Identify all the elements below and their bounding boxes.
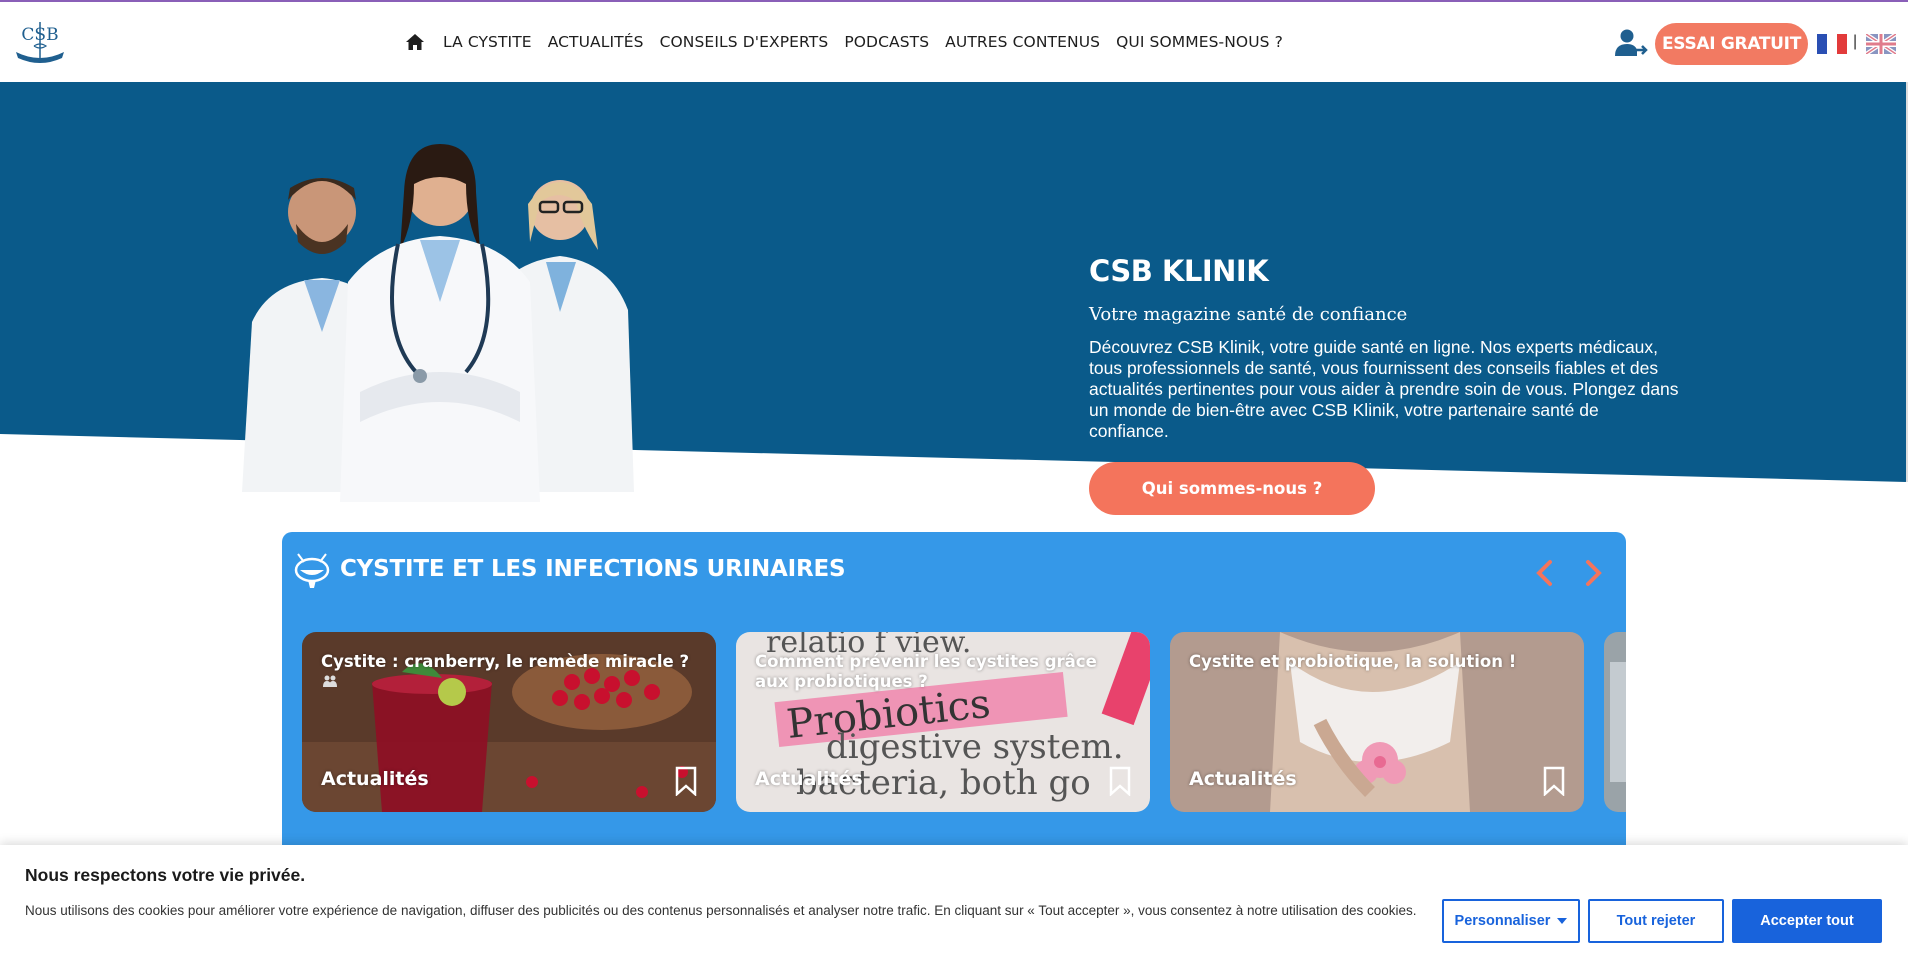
language-separator: |	[1853, 33, 1858, 50]
about-us-button[interactable]: Qui sommes-nous ?	[1089, 462, 1375, 515]
bladder-icon	[294, 553, 330, 588]
home-icon[interactable]	[405, 32, 425, 52]
article-title[interactable]: Cystite : cranberry, le remède miracle ?	[321, 652, 691, 672]
article-card-partial[interactable]	[1604, 632, 1626, 812]
french-flag-icon[interactable]	[1817, 34, 1847, 54]
bookmark-icon[interactable]	[674, 766, 698, 796]
doctors-image	[242, 144, 634, 502]
cystitis-section: CYSTITE ET LES INFECTIONS URINAIRES Cyst…	[282, 532, 1626, 862]
article-image	[1604, 632, 1626, 812]
hero-description: Découvrez CSB Klinik, votre guide santé …	[1089, 337, 1679, 441]
article-title[interactable]: Comment prévenir les cystites grâce aux …	[755, 652, 1125, 692]
cookie-banner: Nous respectons votre vie privée. Nous u…	[0, 845, 1908, 960]
nav-item-la-cystite[interactable]: LA CYSTITE	[443, 33, 532, 51]
bookmark-icon[interactable]	[1108, 766, 1132, 796]
nav-item-actualites[interactable]: ACTUALITÉS	[548, 33, 644, 51]
customize-button[interactable]: Personnaliser	[1442, 899, 1580, 943]
user-login-icon[interactable]	[1614, 28, 1648, 58]
reject-all-button[interactable]: Tout rejeter	[1588, 899, 1724, 943]
article-category: Actualités	[755, 768, 863, 790]
customize-label: Personnaliser	[1454, 913, 1551, 929]
carousel-prev-arrow-icon[interactable]	[1532, 558, 1558, 588]
article-category: Actualités	[321, 768, 429, 790]
cookie-description: Nous utilisons des cookies pour améliore…	[25, 903, 1417, 918]
hero-subtitle: Votre magazine santé de confiance	[1089, 304, 1408, 325]
bookmark-icon[interactable]	[1542, 766, 1566, 796]
english-flag-icon[interactable]	[1866, 34, 1896, 54]
chevron-down-icon	[1557, 918, 1568, 924]
nav-item-podcasts[interactable]: PODCASTS	[844, 33, 929, 51]
free-trial-button[interactable]: ESSAI GRATUIT	[1655, 23, 1808, 65]
hero-banner: CSB KLINIK Votre magazine santé de confi…	[0, 82, 1908, 515]
section-title: CYSTITE ET LES INFECTIONS URINAIRES	[340, 556, 846, 582]
carousel-next-arrow-icon[interactable]	[1580, 558, 1606, 588]
article-card[interactable]: Cystite et probiotique, la solution ! Ac…	[1170, 632, 1584, 812]
article-card[interactable]: Cystite : cranberry, le remède miracle ?…	[302, 632, 716, 812]
cookie-title: Nous respectons votre vie privée.	[25, 865, 306, 885]
article-card[interactable]: relatio f view. Probiotics digestive sys…	[736, 632, 1150, 812]
hero-title: CSB KLINIK	[1089, 254, 1269, 288]
nav-item-qui-sommes-nous[interactable]: QUI SOMMES-NOUS ?	[1116, 33, 1283, 51]
article-title[interactable]: Cystite et probiotique, la solution !	[1189, 652, 1559, 672]
svg-text:digestive system.: digestive system.	[826, 727, 1124, 767]
people-icon	[323, 675, 337, 687]
nav-item-conseils-experts[interactable]: CONSEILS D'EXPERTS	[660, 33, 829, 51]
nav-item-autres-contenus[interactable]: AUTRES CONTENUS	[945, 33, 1100, 51]
main-nav: LA CYSTITE ACTUALITÉS CONSEILS D'EXPERTS…	[405, 32, 1299, 52]
site-header: CSB LA CYSTITE ACTUALITÉS CONSEILS D'EXP…	[0, 2, 1908, 82]
csb-logo[interactable]: CSB	[12, 16, 68, 68]
accept-all-button[interactable]: Accepter tout	[1732, 899, 1882, 943]
article-category: Actualités	[1189, 768, 1297, 790]
